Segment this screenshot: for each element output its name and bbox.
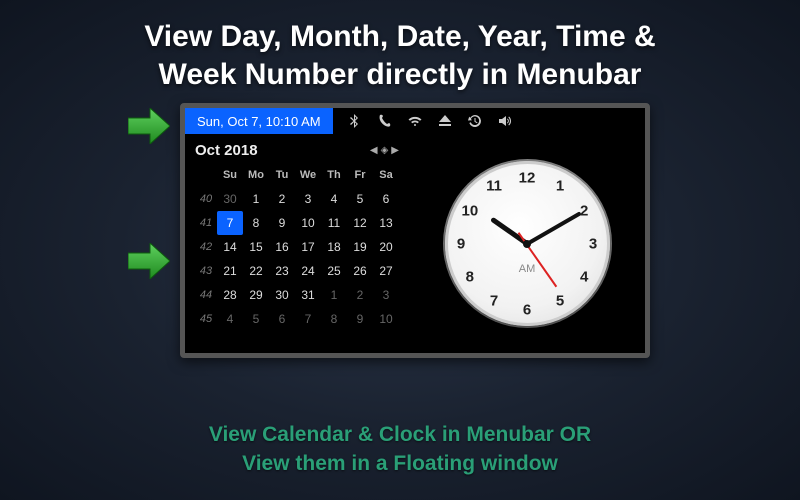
calendar-day[interactable]: 17: [295, 235, 321, 259]
calendar-day[interactable]: 14: [217, 235, 243, 259]
calendar-week-number: 42: [195, 235, 217, 259]
calendar-day[interactable]: 7: [295, 307, 321, 331]
calendar-day[interactable]: 13: [373, 211, 399, 235]
calendar-day[interactable]: 3: [295, 187, 321, 211]
subheadline-line-2: View them in a Floating window: [242, 452, 558, 475]
clock-number: 7: [490, 292, 498, 309]
wifi-icon[interactable]: [407, 113, 423, 129]
headline-line-1: View Day, Month, Date, Year, Time &: [144, 20, 655, 53]
calendar-day[interactable]: 16: [269, 235, 295, 259]
calendar-day[interactable]: 9: [347, 307, 373, 331]
clock-number: 1: [556, 178, 564, 195]
arrow-icon: [128, 108, 170, 144]
calendar-day[interactable]: 21: [217, 259, 243, 283]
menubar: Sun, Oct 7, 10:10 AM: [185, 108, 645, 134]
clock-number: 12: [519, 169, 536, 186]
calendar-day[interactable]: 15: [243, 235, 269, 259]
calendar-day[interactable]: 10: [373, 307, 399, 331]
subheadline-line-1: View Calendar & Clock in Menubar OR: [209, 423, 591, 446]
clock-number: 10: [461, 202, 478, 219]
analog-clock: AM 121234567891011: [445, 161, 610, 326]
calendar-day[interactable]: 28: [217, 283, 243, 307]
calendar-day[interactable]: 25: [321, 259, 347, 283]
calendar-day[interactable]: 29: [243, 283, 269, 307]
calendar-day[interactable]: 18: [321, 235, 347, 259]
clock-number: 9: [457, 235, 465, 252]
arrow-icon: [128, 243, 170, 279]
clock-number: 2: [580, 202, 588, 219]
calendar-day[interactable]: 1: [321, 283, 347, 307]
calendar-day[interactable]: 2: [269, 187, 295, 211]
bluetooth-icon[interactable]: [347, 113, 363, 129]
clock-number: 8: [466, 268, 474, 285]
calendar-day[interactable]: 19: [347, 235, 373, 259]
calendar-day[interactable]: 5: [243, 307, 269, 331]
calendar-day[interactable]: 20: [373, 235, 399, 259]
calendar-day[interactable]: 23: [269, 259, 295, 283]
calendar-dow-header: Fr: [347, 163, 373, 187]
calendar-day[interactable]: 9: [269, 211, 295, 235]
calendar-day[interactable]: 30: [269, 283, 295, 307]
calendar-dow-header: Sa: [373, 163, 399, 187]
calendar-dow-header: Th: [321, 163, 347, 187]
calendar-day[interactable]: 22: [243, 259, 269, 283]
timemachine-icon[interactable]: [467, 113, 483, 129]
calendar-day[interactable]: 5: [347, 187, 373, 211]
calendar-day[interactable]: 27: [373, 259, 399, 283]
calendar-day[interactable]: 12: [347, 211, 373, 235]
menubar-dropdown-panel: Sun, Oct 7, 10:10 AM: [180, 103, 650, 358]
calendar-month-title: Oct 2018: [195, 142, 258, 159]
calendar-day[interactable]: 11: [321, 211, 347, 235]
menubar-date-text: Sun, Oct 7, 10:10 AM: [197, 114, 321, 129]
calendar-today-icon[interactable]: ◈: [381, 145, 389, 156]
calendar-day[interactable]: 8: [321, 307, 347, 331]
clock-number: 3: [589, 235, 597, 252]
clock-number: 11: [486, 178, 502, 195]
phone-icon[interactable]: [377, 113, 393, 129]
calendar-dow-header: Tu: [269, 163, 295, 187]
calendar-day[interactable]: 1: [243, 187, 269, 211]
menubar-date-item[interactable]: Sun, Oct 7, 10:10 AM: [185, 108, 333, 134]
calendar-day[interactable]: 4: [217, 307, 243, 331]
calendar-day[interactable]: 7: [217, 211, 243, 235]
calendar-week-number: 45: [195, 307, 217, 331]
headline: View Day, Month, Date, Year, Time & Week…: [0, 0, 800, 103]
calendar-day[interactable]: 3: [373, 283, 399, 307]
calendar-week-number: 41: [195, 211, 217, 235]
calendar-dow-header: Mo: [243, 163, 269, 187]
clock-ampm-label: AM: [519, 263, 536, 275]
calendar-day[interactable]: 2: [347, 283, 373, 307]
volume-icon[interactable]: [497, 113, 513, 129]
clock-number: 5: [556, 292, 564, 309]
calendar-day[interactable]: 10: [295, 211, 321, 235]
calendar-week-number: 40: [195, 187, 217, 211]
calendar-dow-header: We: [295, 163, 321, 187]
calendar-day[interactable]: 6: [373, 187, 399, 211]
clock-number: 4: [580, 268, 588, 285]
calendar-next-icon[interactable]: ▶: [391, 145, 399, 156]
calendar-week-number: 44: [195, 283, 217, 307]
calendar-day[interactable]: 30: [217, 187, 243, 211]
calendar-day[interactable]: 8: [243, 211, 269, 235]
calendar-day[interactable]: 24: [295, 259, 321, 283]
calendar-prev-icon[interactable]: ◀: [370, 145, 378, 156]
calendar-widget: Oct 2018 ◀ ◈ ▶ SuMoTuWeThFrSa40301234564…: [185, 134, 409, 353]
subheadline: View Calendar & Clock in Menubar OR View…: [0, 421, 800, 478]
calendar-day[interactable]: 31: [295, 283, 321, 307]
headline-line-2: Week Number directly in Menubar: [159, 58, 642, 91]
calendar-day[interactable]: 4: [321, 187, 347, 211]
clock-number: 6: [523, 301, 531, 318]
eject-icon[interactable]: [437, 113, 453, 129]
calendar-day[interactable]: 6: [269, 307, 295, 331]
calendar-dow-header: Su: [217, 163, 243, 187]
calendar-day[interactable]: 26: [347, 259, 373, 283]
calendar-week-number: 43: [195, 259, 217, 283]
